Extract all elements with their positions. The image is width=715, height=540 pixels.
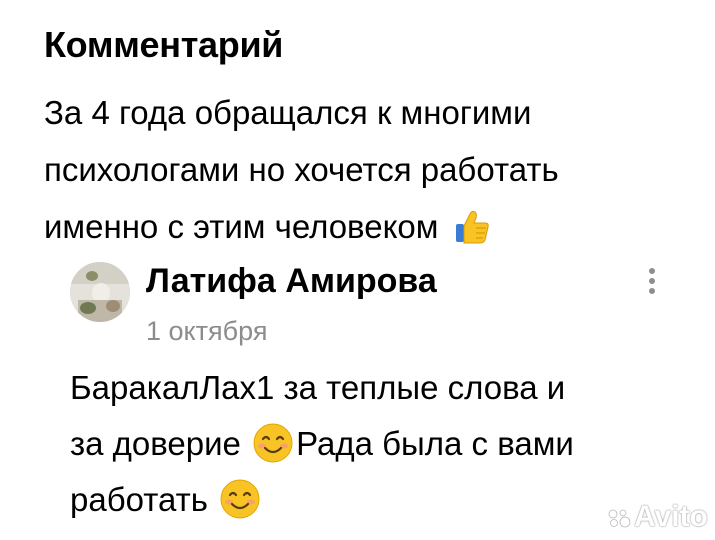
- reply-line-part: работать: [70, 481, 208, 518]
- reply-line-with-emoji: работать: [70, 472, 680, 528]
- comment-line: именно с этим человеком: [44, 208, 439, 245]
- avatar-photo: [70, 262, 130, 322]
- reply-text: БаракалЛах1 за теплые слова и за доверие…: [70, 360, 680, 528]
- reply-author[interactable]: Латифа Амирова: [146, 262, 437, 301]
- comment-text: За 4 года обращался к многими психологам…: [44, 84, 684, 255]
- watermark-text: Avito: [634, 500, 708, 533]
- avito-watermark: Avito: [606, 500, 708, 534]
- smiling-face-icon: [253, 423, 293, 463]
- comment-line: За 4 года обращался к многими: [44, 94, 532, 131]
- reply-line: БаракалЛах1 за теплые слова и: [70, 369, 566, 406]
- comment-line: психологами но хочется работать: [44, 151, 559, 188]
- more-options-button[interactable]: [640, 264, 664, 298]
- avatar[interactable]: [70, 262, 130, 322]
- reply-line-with-emoji: за доверие Рада была с вами: [70, 416, 680, 472]
- avito-logo-icon: [608, 509, 631, 528]
- reply-line-part: Рада была с вами: [296, 425, 574, 462]
- comment-heading: Комментарий: [44, 24, 284, 65]
- comment-line-with-emoji: именно с этим человеком: [44, 198, 684, 255]
- smiling-face-icon: [220, 479, 260, 519]
- thumbs-up-icon: [455, 210, 489, 244]
- reply-line-part: за доверие: [70, 425, 241, 462]
- reply-date: 1 октября: [146, 316, 268, 346]
